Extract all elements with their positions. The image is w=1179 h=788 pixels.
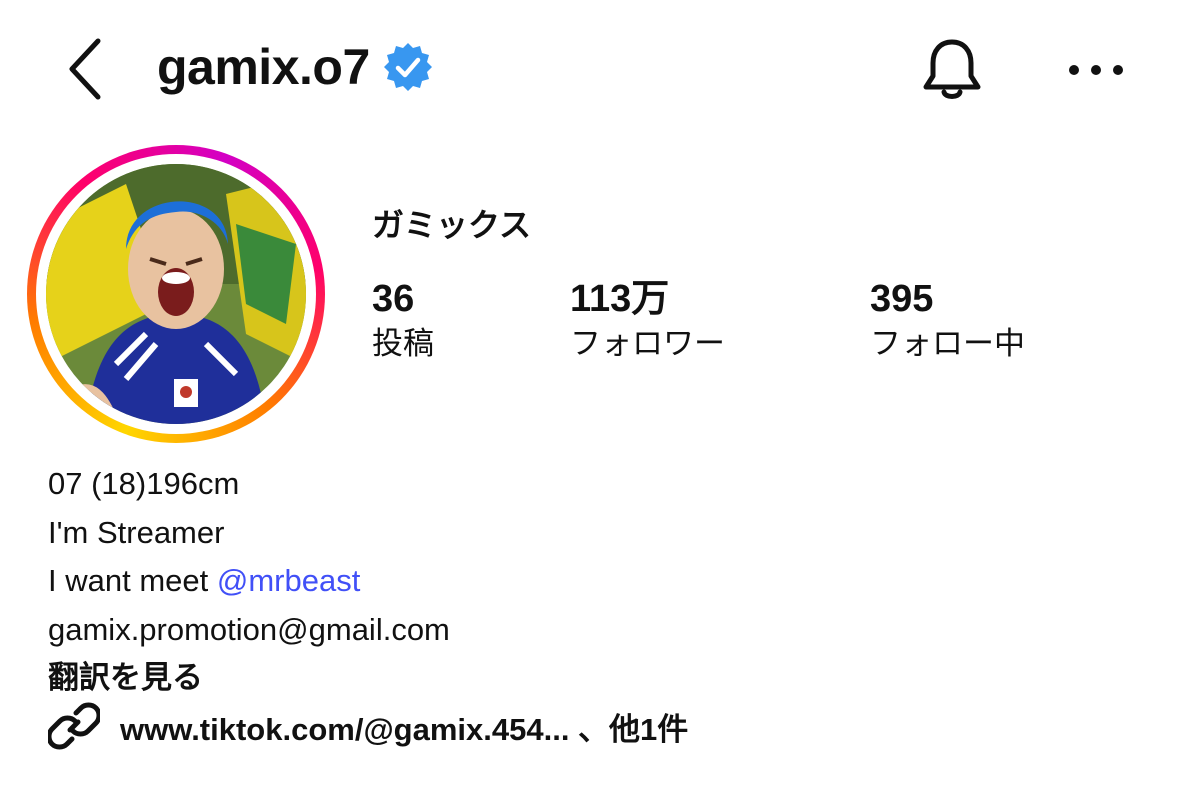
followers-count-label: フォロワー bbox=[570, 326, 725, 361]
bio-line: 07 (18)196cm bbox=[48, 466, 240, 501]
chevron-left-icon bbox=[69, 38, 101, 100]
username: gamix.o7 bbox=[157, 39, 370, 95]
bio-line: I'm Streamer bbox=[48, 514, 225, 550]
username-area: gamix.o7 bbox=[157, 38, 434, 96]
avatar bbox=[46, 164, 306, 424]
posts-count-value: 36 bbox=[372, 278, 415, 320]
email-text: gamix.promotion@gmail.com bbox=[48, 611, 450, 647]
verified-badge-icon bbox=[383, 43, 432, 91]
mention-link[interactable]: @mrbeast bbox=[217, 563, 360, 598]
see-translation-button[interactable]: 翻訳を見る bbox=[48, 654, 450, 703]
posts-count-label: 投稿 bbox=[372, 326, 434, 361]
more-options-button[interactable] bbox=[1060, 40, 1132, 100]
following-count-label: フォロー中 bbox=[870, 326, 1025, 361]
following-count-value: 395 bbox=[870, 278, 934, 320]
back-button[interactable] bbox=[56, 34, 116, 104]
posts-count[interactable]: 36 投稿 bbox=[372, 276, 434, 366]
story-ring[interactable] bbox=[27, 145, 325, 443]
bell-icon bbox=[923, 39, 981, 99]
followers-count-value: 113万 bbox=[570, 278, 670, 320]
bio-line: I want meet @mrbeast bbox=[48, 557, 450, 606]
bio: 07 (18)196cm I'm Streamer I want meet @m… bbox=[48, 460, 450, 703]
followers-count[interactable]: 113万 フォロワー bbox=[570, 276, 725, 366]
notifications-button[interactable] bbox=[912, 30, 992, 110]
link-icon bbox=[48, 702, 100, 750]
link-text: www.tiktok.com/@gamix.454... 、他1件 bbox=[120, 711, 689, 747]
external-link[interactable]: www.tiktok.com/@gamix.454... 、他1件 bbox=[48, 700, 688, 752]
display-name: ガミックス bbox=[372, 207, 532, 243]
bio-text: I want meet bbox=[48, 563, 217, 598]
more-horizontal-icon bbox=[1069, 65, 1123, 75]
following-count[interactable]: 395 フォロー中 bbox=[870, 276, 1025, 366]
profile-header: gamix.o7 bbox=[0, 0, 1179, 140]
